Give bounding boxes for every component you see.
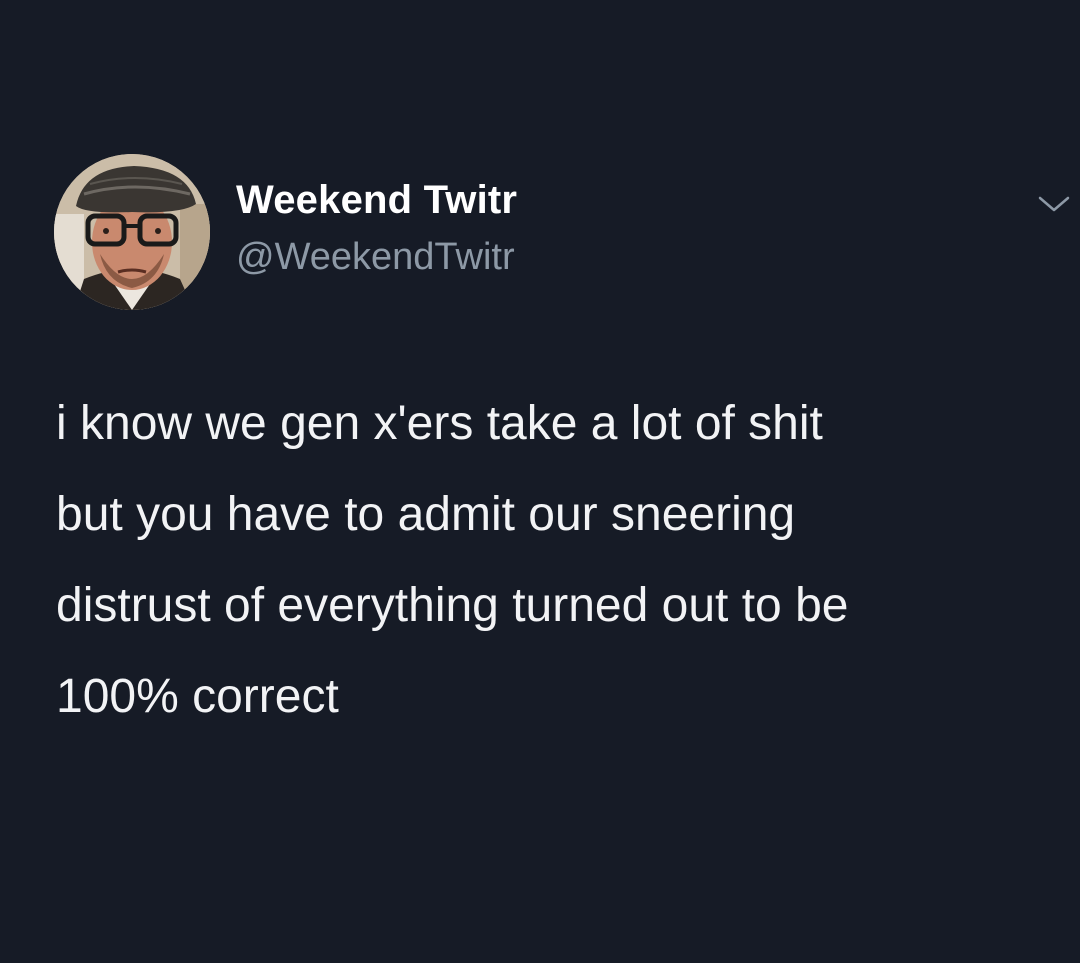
tweet-text-line: i know we gen x'ers take a lot of shit [56,397,823,450]
tweet-text-line: distrust of everything turned out to be [56,579,849,632]
user-handle[interactable]: @WeekendTwitr [236,234,515,280]
display-name[interactable]: Weekend Twitr [236,176,517,224]
tweet-text-line: but you have to admit our sneering [56,488,796,541]
tweet-text-line: 100% correct [56,670,339,723]
chevron-down-icon[interactable] [1036,192,1072,216]
tweet-text: i know we gen x'ers take a lot of shit b… [56,378,1056,742]
tweet-card: Weekend Twitr @WeekendTwitr i know we ge… [0,0,1080,963]
avatar[interactable] [54,154,210,310]
avatar-image [54,154,210,310]
